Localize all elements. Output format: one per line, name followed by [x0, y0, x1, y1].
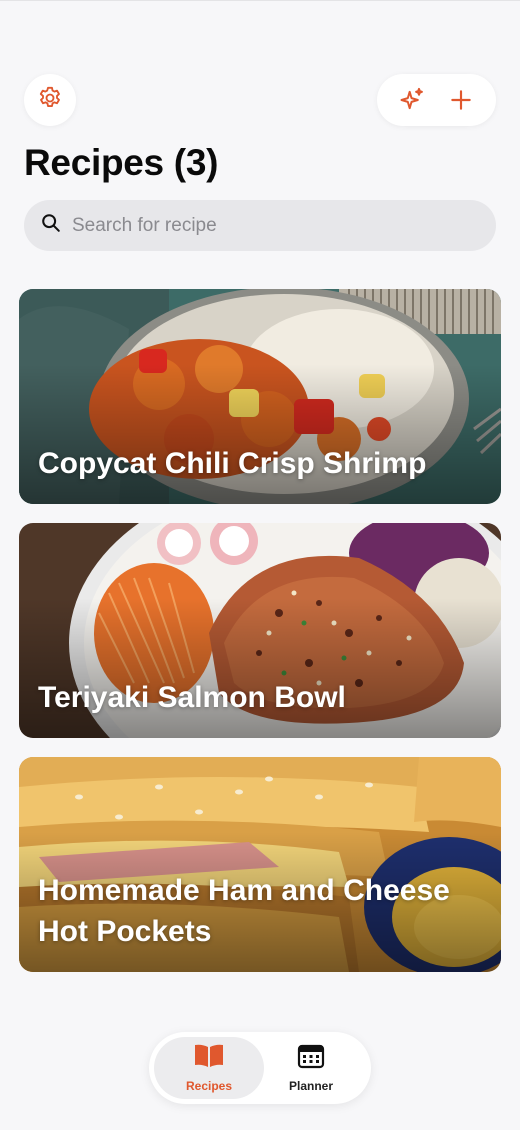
- top-divider: [0, 0, 520, 1]
- header-actions: [377, 74, 496, 126]
- recipe-card[interactable]: Copycat Chili Crisp Shrimp: [19, 289, 501, 504]
- recipe-title: Homemade Ham and Cheese Hot Pockets: [38, 874, 450, 948]
- tab-recipes[interactable]: Recipes: [154, 1037, 264, 1099]
- plus-icon[interactable]: [441, 80, 481, 120]
- recipe-title: Copycat Chili Crisp Shrimp: [38, 447, 427, 480]
- tab-label: Planner: [288, 1079, 333, 1093]
- book-icon: [193, 1043, 225, 1074]
- sparkles-icon[interactable]: [392, 80, 432, 120]
- tab-label: Recipes: [185, 1079, 233, 1093]
- gear-icon: [36, 84, 64, 117]
- calendar-icon: [297, 1043, 325, 1074]
- settings-button[interactable]: [24, 74, 76, 126]
- page-title: Recipes (3): [24, 142, 219, 183]
- search-icon: [40, 212, 62, 239]
- search-placeholder: Search for recipe: [72, 214, 217, 236]
- tab-bar: Recipes Planner: [149, 1032, 371, 1104]
- recipe-card[interactable]: Teriyaki Salmon Bowl: [19, 523, 501, 738]
- recipe-card[interactable]: Homemade Ham and Cheese Hot Pockets: [19, 757, 501, 972]
- search-input[interactable]: Search for recipe: [24, 200, 496, 251]
- tab-planner[interactable]: Planner: [256, 1037, 366, 1099]
- recipe-title: Teriyaki Salmon Bowl: [38, 681, 346, 714]
